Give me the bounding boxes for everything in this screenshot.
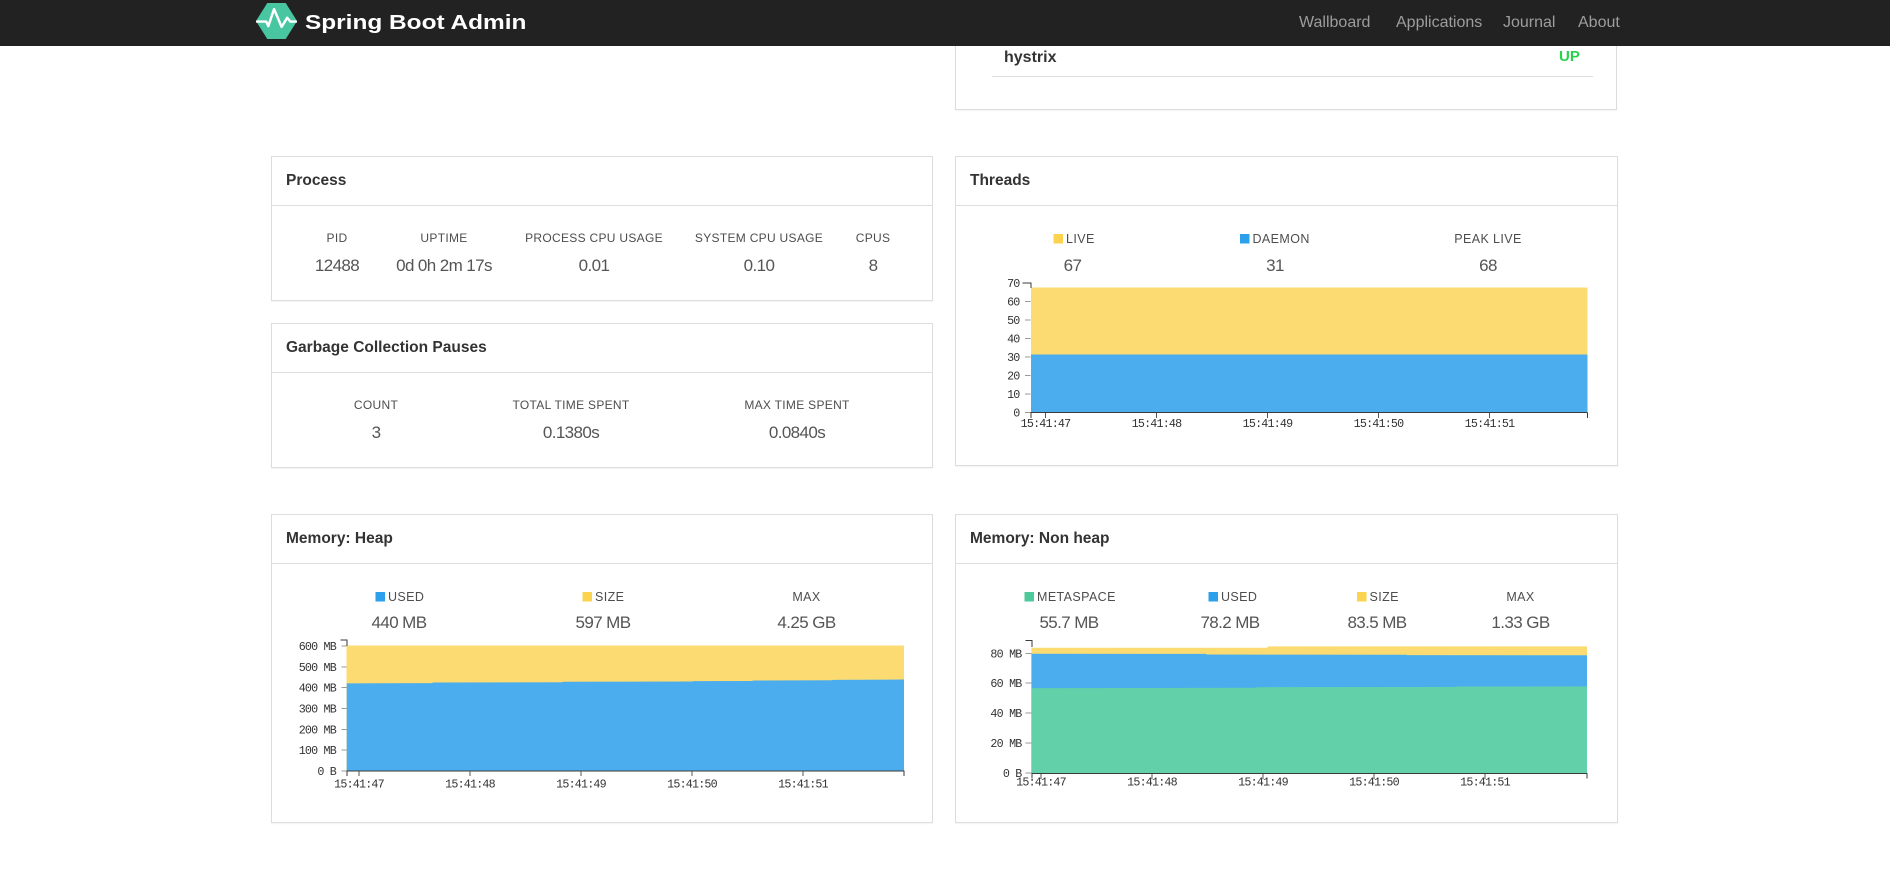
svg-text:15:41:50: 15:41:50	[1354, 417, 1404, 431]
svg-text:4.25 GB: 4.25 GB	[777, 613, 835, 632]
svg-text:MAX: MAX	[1506, 590, 1535, 604]
svg-text:600 MB: 600 MB	[299, 640, 337, 654]
svg-text:15:41:51: 15:41:51	[1465, 417, 1515, 431]
svg-text:SIZE: SIZE	[595, 590, 624, 604]
svg-text:597 MB: 597 MB	[576, 613, 631, 632]
svg-text:30: 30	[1007, 351, 1020, 365]
svg-text:SIZE: SIZE	[1370, 590, 1399, 604]
svg-text:1.33 GB: 1.33 GB	[1491, 613, 1549, 632]
svg-text:USED: USED	[388, 590, 424, 604]
svg-text:55.7 MB: 55.7 MB	[1039, 613, 1098, 632]
svg-text:15:41:47: 15:41:47	[1021, 417, 1071, 431]
svg-text:DAEMON: DAEMON	[1253, 232, 1310, 246]
svg-text:15:41:47: 15:41:47	[1016, 776, 1066, 790]
svg-text:15:41:49: 15:41:49	[1238, 776, 1288, 790]
svg-text:400 MB: 400 MB	[299, 682, 337, 696]
svg-text:68: 68	[1479, 256, 1497, 275]
svg-text:MAX: MAX	[792, 590, 821, 604]
svg-text:15:41:51: 15:41:51	[1460, 776, 1510, 790]
svg-text:100 MB: 100 MB	[299, 744, 337, 758]
svg-text:15:41:48: 15:41:48	[1132, 417, 1182, 431]
svg-text:83.5 MB: 83.5 MB	[1347, 613, 1406, 632]
svg-text:20 MB: 20 MB	[990, 737, 1022, 751]
svg-text:15:41:48: 15:41:48	[1127, 776, 1177, 790]
svg-text:USED: USED	[1221, 590, 1257, 604]
svg-text:15:41:51: 15:41:51	[778, 778, 828, 792]
svg-text:15:41:48: 15:41:48	[445, 778, 495, 792]
svg-text:440 MB: 440 MB	[372, 613, 427, 632]
svg-text:15:41:49: 15:41:49	[556, 778, 606, 792]
svg-text:15:41:50: 15:41:50	[1349, 776, 1399, 790]
svg-text:METASPACE: METASPACE	[1037, 590, 1116, 604]
svg-text:15:41:49: 15:41:49	[1243, 417, 1293, 431]
svg-text:200 MB: 200 MB	[299, 723, 337, 737]
svg-text:31: 31	[1266, 256, 1284, 275]
svg-text:15:41:47: 15:41:47	[334, 778, 384, 792]
svg-text:PEAK LIVE: PEAK LIVE	[1454, 232, 1522, 246]
svg-text:300 MB: 300 MB	[299, 703, 337, 717]
svg-text:40: 40	[1007, 333, 1020, 347]
svg-text:20: 20	[1007, 370, 1020, 384]
svg-text:60: 60	[1007, 296, 1020, 310]
svg-text:70: 70	[1007, 277, 1020, 291]
svg-text:60 MB: 60 MB	[990, 677, 1022, 691]
svg-text:10: 10	[1007, 388, 1020, 402]
svg-text:67: 67	[1064, 256, 1082, 275]
svg-text:80 MB: 80 MB	[990, 647, 1022, 661]
svg-text:0: 0	[1013, 407, 1020, 421]
svg-text:40 MB: 40 MB	[990, 707, 1022, 721]
svg-text:15:41:50: 15:41:50	[667, 778, 717, 792]
svg-text:500 MB: 500 MB	[299, 661, 337, 675]
svg-text:78.2 MB: 78.2 MB	[1200, 613, 1259, 632]
svg-text:LIVE: LIVE	[1066, 232, 1095, 246]
svg-text:50: 50	[1007, 314, 1020, 328]
